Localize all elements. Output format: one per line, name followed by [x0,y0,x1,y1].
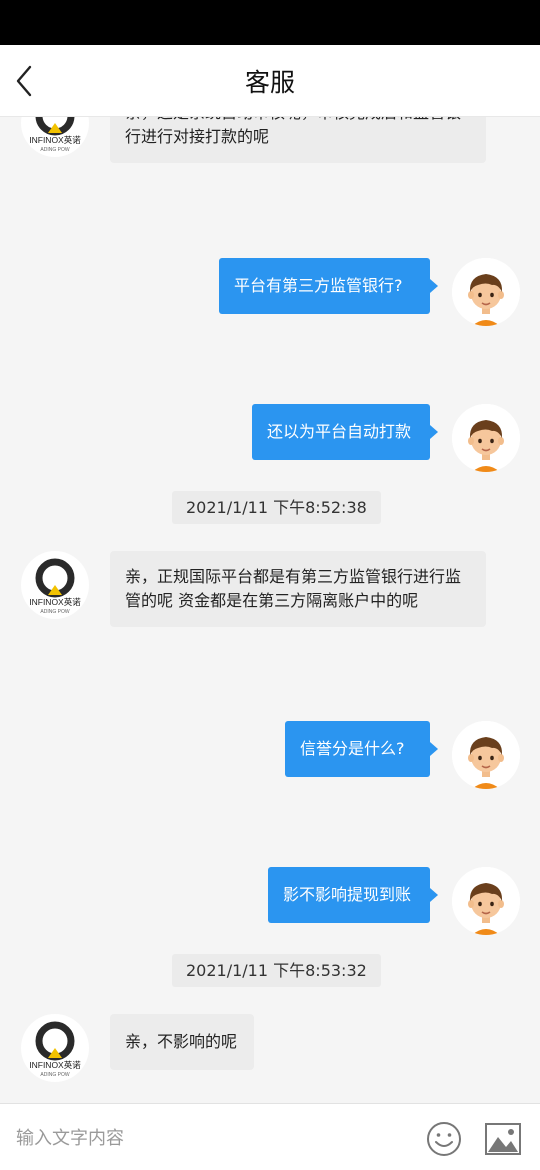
message-text: 影不影响提现到账 [268,867,438,923]
agent-avatar: INFINOX英诺 ADING POW [21,117,89,157]
message-incoming: INFINOX英诺 ADING POW 亲，正规国际平台都是有第三方监管银行进行… [0,551,540,635]
boy-avatar-icon [452,258,520,326]
user-avatar [452,867,520,935]
boy-avatar-icon [452,867,520,935]
message-text: 平台有第三方监管银行? [219,258,438,314]
message-text: 亲，正规国际平台都是有第三方监管银行进行监管的呢 资金都是在第三方隔离账户中的呢 [110,551,486,627]
message-incoming: INFINOX英诺 ADING POW 亲，不影响的呢 [0,1014,540,1084]
message-outgoing: 信誉分是什么? [0,721,540,791]
message-composer [0,1103,540,1170]
boy-avatar-icon [452,721,520,789]
user-avatar [452,721,520,789]
svg-text:ADING POW: ADING POW [40,147,69,153]
message-text: 信誉分是什么? [285,721,438,777]
message-text: 亲，不影响的呢 [110,1014,254,1070]
timestamp: 2021/1/11 下午8:53:32 [172,954,381,987]
user-avatar [452,258,520,326]
agent-avatar: INFINOX英诺 ADING POW [21,551,89,619]
chat-list[interactable]: INFINOX英诺 ADING POW 亲，这是系统自动审核呢，审核完成后和监管… [0,117,540,1103]
message-outgoing: 还以为平台自动打款 [0,404,540,474]
nav-bar: 客服 [0,45,540,117]
message-incoming: INFINOX英诺 ADING POW 亲，这是系统自动审核呢，审核完成后和监管… [0,117,540,169]
svg-text:INFINOX英诺: INFINOX英诺 [29,135,81,145]
picture-icon [485,1123,521,1155]
message-text: 还以为平台自动打款 [252,404,438,460]
boy-avatar-icon [452,404,520,472]
status-bar [0,0,540,45]
page-title: 客服 [244,68,295,97]
timestamp: 2021/1/11 下午8:52:38 [172,491,381,524]
svg-text:INFINOX英诺: INFINOX英诺 [29,1060,81,1070]
emoji-button[interactable] [426,1121,462,1157]
message-outgoing: 影不影响提现到账 [0,867,540,937]
message-outgoing: 平台有第三方监管银行? [0,258,540,328]
svg-text:ADING POW: ADING POW [40,609,69,615]
smiley-icon [427,1122,461,1156]
message-input[interactable] [16,1118,396,1158]
svg-text:ADING POW: ADING POW [40,1072,69,1078]
svg-text:INFINOX英诺: INFINOX英诺 [29,597,81,607]
user-avatar [452,404,520,472]
message-text: 亲，这是系统自动审核呢，审核完成后和监管银行进行对接打款的呢 [110,117,486,163]
image-button[interactable] [484,1122,522,1156]
agent-avatar: INFINOX英诺 ADING POW [21,1014,89,1082]
